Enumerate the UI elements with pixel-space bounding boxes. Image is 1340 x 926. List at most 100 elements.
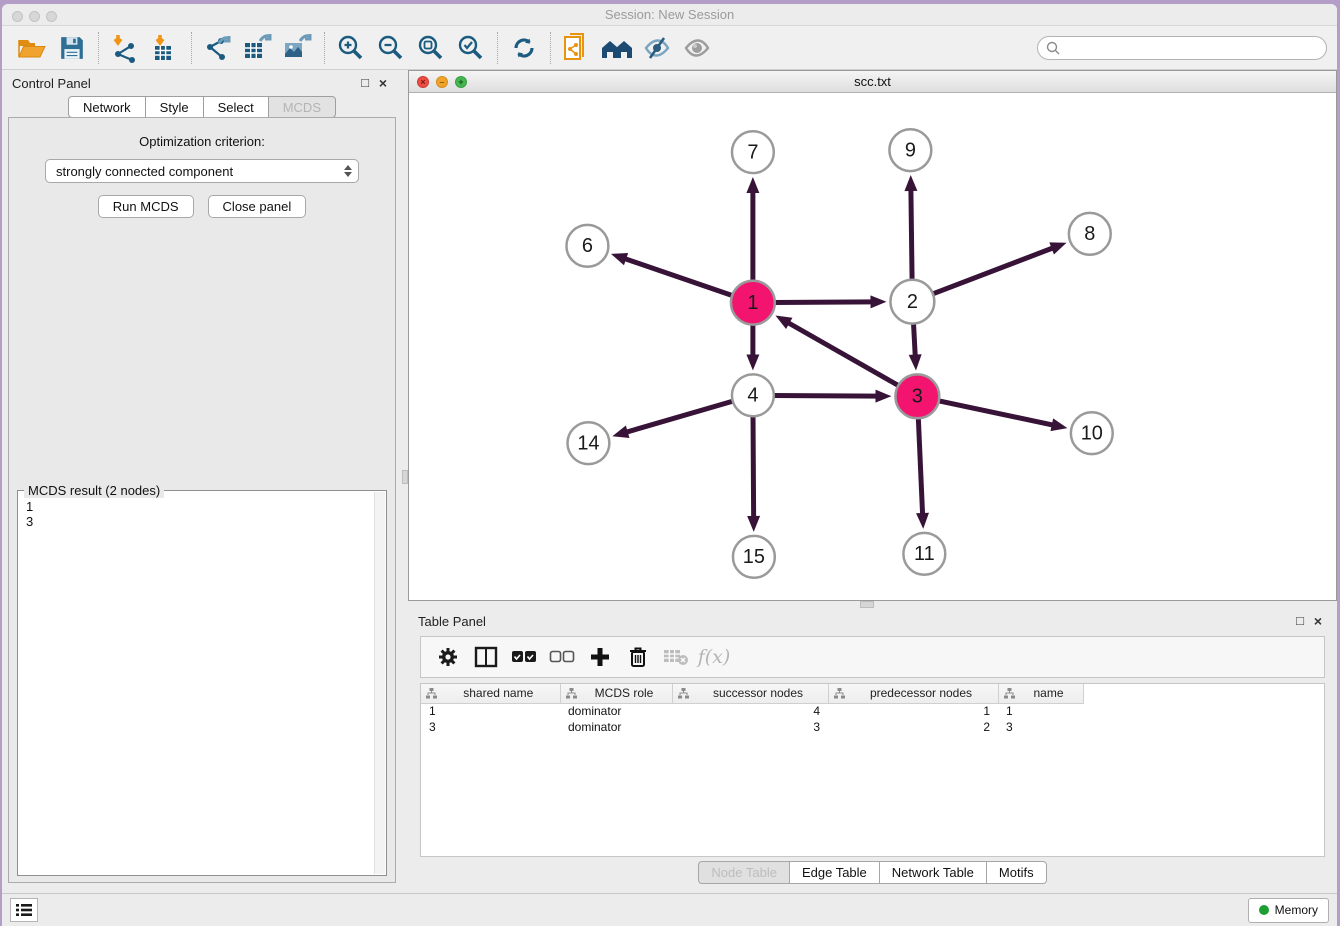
tab-edge-table[interactable]: Edge Table — [790, 861, 880, 884]
edge-4-14[interactable] — [625, 401, 735, 433]
vertical-splitter[interactable] — [402, 70, 408, 893]
close-panel-icon[interactable]: × — [374, 76, 392, 90]
search-input[interactable] — [1064, 41, 1318, 55]
window-controls — [12, 11, 57, 22]
table-settings-icon[interactable] — [431, 640, 465, 674]
run-mcds-button[interactable]: Run MCDS — [98, 195, 194, 218]
table-cell[interactable]: 3 — [998, 719, 1083, 735]
column-header-name[interactable]: name — [998, 684, 1083, 703]
select-all-columns-icon[interactable] — [507, 640, 541, 674]
first-neighbors-icon[interactable] — [597, 30, 637, 66]
edge-2-3[interactable] — [913, 322, 915, 358]
mcds-panel: Optimization criterion: strongly connect… — [8, 117, 396, 883]
edge-1-2[interactable] — [773, 302, 874, 303]
node-table-container: shared nameMCDS rolesuccessor nodesprede… — [420, 683, 1325, 857]
tab-network-table[interactable]: Network Table — [880, 861, 987, 884]
tab-select[interactable]: Select — [204, 96, 269, 118]
float-table-panel-icon[interactable]: □ — [1291, 614, 1309, 628]
show-log-console-button[interactable] — [10, 898, 38, 922]
column-header-successor-nodes[interactable]: successor nodes — [672, 684, 828, 703]
table-cell[interactable]: 1 — [421, 703, 560, 719]
edge-4-15[interactable] — [753, 414, 754, 519]
memory-button[interactable]: Memory — [1248, 898, 1329, 923]
network-window-title: scc.txt — [854, 74, 891, 89]
toolbar-separator — [550, 32, 551, 64]
open-session-icon[interactable] — [12, 30, 52, 66]
save-session-icon[interactable] — [52, 30, 92, 66]
show-vizmapper-icon[interactable] — [677, 30, 717, 66]
minimize-window-icon[interactable] — [29, 11, 40, 22]
edge-arrowhead — [1050, 418, 1067, 431]
table-cell[interactable]: 4 — [672, 703, 828, 719]
network-minimize-icon[interactable]: – — [436, 76, 448, 88]
splitter-handle[interactable] — [860, 601, 874, 608]
export-image-icon[interactable] — [278, 30, 318, 66]
tab-node-table[interactable]: Node Table — [698, 861, 790, 884]
table-row[interactable]: 3dominator323 — [421, 719, 1083, 735]
delete-column-icon[interactable] — [621, 640, 655, 674]
edge-3-1[interactable] — [787, 322, 900, 387]
refresh-layout-icon[interactable] — [504, 30, 544, 66]
zoom-selected-icon[interactable] — [451, 30, 491, 66]
table-cell[interactable]: 1 — [998, 703, 1083, 719]
control-panel: Control Panel □ × Network Style Select M… — [2, 70, 402, 893]
edge-arrowhead — [746, 177, 759, 193]
export-table-icon[interactable] — [238, 30, 278, 66]
network-maximize-icon[interactable]: + — [455, 76, 467, 88]
tab-motifs[interactable]: Motifs — [987, 861, 1047, 884]
control-panel-header: Control Panel □ × — [2, 70, 402, 96]
create-column-icon[interactable] — [583, 640, 617, 674]
tab-style[interactable]: Style — [146, 96, 204, 118]
zoom-window-icon[interactable] — [46, 11, 57, 22]
tab-mcds[interactable]: MCDS — [269, 96, 336, 118]
column-type-icon — [834, 688, 845, 699]
float-panel-icon[interactable]: □ — [356, 76, 374, 90]
hide-vizmapper-icon[interactable] — [637, 30, 677, 66]
column-header-shared-name[interactable]: shared name — [421, 684, 560, 703]
edge-2-9[interactable] — [911, 188, 912, 282]
edge-3-10[interactable] — [937, 400, 1055, 425]
edge-3-11[interactable] — [918, 416, 922, 516]
mcds-result-text[interactable]: 1 3 — [18, 491, 386, 875]
column-layout-icon[interactable] — [469, 640, 503, 674]
horizontal-splitter[interactable] — [408, 601, 1337, 608]
edge-4-3[interactable] — [772, 395, 879, 396]
app-window: Session: New Session — [2, 4, 1337, 926]
tab-network[interactable]: Network — [68, 96, 146, 118]
zoom-fit-icon[interactable] — [411, 30, 451, 66]
optimization-criterion-select[interactable]: strongly connected component — [45, 159, 359, 183]
column-header-MCDS-role[interactable]: MCDS role — [560, 684, 672, 703]
splitter-handle[interactable] — [402, 470, 408, 484]
close-panel-button[interactable]: Close panel — [208, 195, 307, 218]
import-network-icon[interactable] — [105, 30, 145, 66]
zoom-out-icon[interactable] — [371, 30, 411, 66]
search-box[interactable] — [1037, 36, 1327, 60]
network-graph[interactable]: 7968124314101511 — [409, 93, 1336, 600]
deselect-all-columns-icon[interactable] — [545, 640, 579, 674]
close-table-panel-icon[interactable]: × — [1309, 614, 1327, 628]
edge-2-8[interactable] — [931, 247, 1054, 294]
node-table: shared nameMCDS rolesuccessor nodesprede… — [421, 684, 1084, 735]
export-network-icon[interactable] — [198, 30, 238, 66]
edge-1-6[interactable] — [623, 258, 734, 296]
table-cell[interactable]: 1 — [828, 703, 998, 719]
network-close-icon[interactable]: × — [417, 76, 429, 88]
table-cell[interactable]: 3 — [672, 719, 828, 735]
table-cell[interactable]: dominator — [560, 703, 672, 719]
column-header-predecessor-nodes[interactable]: predecessor nodes — [828, 684, 998, 703]
table-cell[interactable]: 3 — [421, 719, 560, 735]
close-window-icon[interactable] — [12, 11, 23, 22]
import-table-icon[interactable] — [145, 30, 185, 66]
table-cell[interactable]: 2 — [828, 719, 998, 735]
main-area: Control Panel □ × Network Style Select M… — [2, 70, 1337, 893]
node-label-2: 2 — [907, 291, 918, 313]
optimization-criterion-value: strongly connected component — [56, 164, 344, 179]
result-scrollbar[interactable] — [374, 492, 385, 874]
network-canvas[interactable]: 7968124314101511 — [409, 93, 1336, 600]
edge-arrowhead — [916, 513, 929, 529]
memory-label: Memory — [1275, 903, 1318, 917]
table-cell[interactable]: dominator — [560, 719, 672, 735]
zoom-in-icon[interactable] — [331, 30, 371, 66]
table-row[interactable]: 1dominator411 — [421, 703, 1083, 719]
copy-network-icon[interactable] — [557, 30, 597, 66]
